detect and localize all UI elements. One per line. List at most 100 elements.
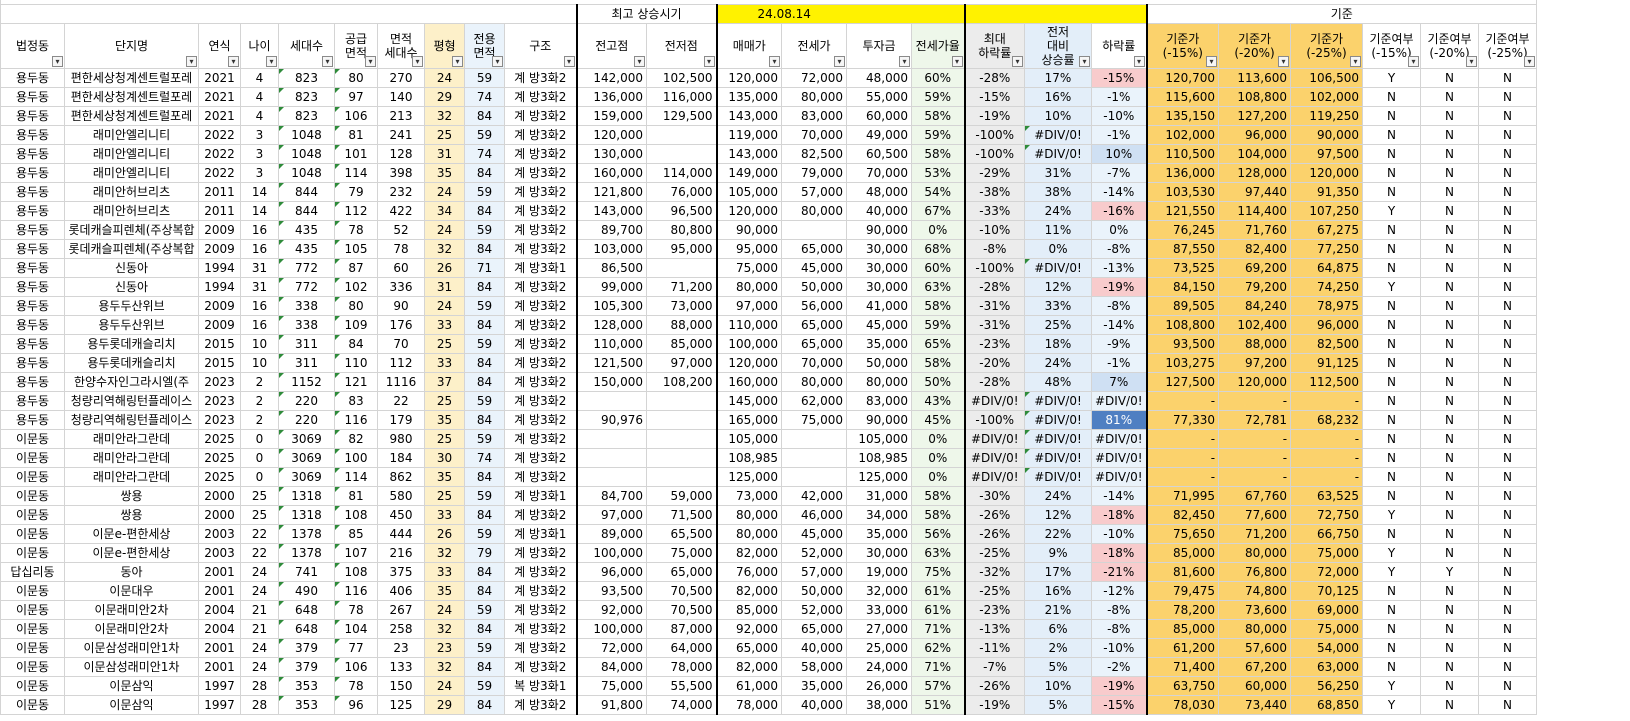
cell-drop-rate[interactable]: -8% — [1090, 296, 1148, 316]
cell-households[interactable]: 490 — [278, 581, 335, 601]
cell-prev-low[interactable] — [646, 429, 717, 449]
cell-exclusive-area[interactable]: 84 — [464, 315, 505, 335]
cell-rise-from-low[interactable]: 12% — [1024, 277, 1092, 297]
cell-exclusive-area[interactable]: 59 — [464, 68, 505, 88]
cell-age[interactable]: 2 — [240, 410, 279, 430]
cell-structure[interactable]: 계 방3화2 — [504, 144, 577, 164]
cell-complex-name[interactable]: 래미안엘리니티 — [64, 125, 199, 145]
cell-base-20[interactable]: 97,440 — [1218, 182, 1292, 202]
cell-rise-from-low[interactable]: 5% — [1024, 695, 1092, 715]
cell-flag-15[interactable]: N — [1362, 239, 1422, 259]
cell-built-year[interactable]: 2023 — [198, 372, 241, 392]
cell-investment[interactable]: 55,000 — [846, 87, 912, 107]
filter-dropdown-icon[interactable]: ▾ — [563, 56, 575, 67]
cell-max-drop[interactable]: -23% — [963, 334, 1025, 354]
cell-base-20[interactable]: 84,240 — [1218, 296, 1292, 316]
cell-structure[interactable]: 계 방3화2 — [504, 353, 577, 373]
cell-max-drop[interactable]: -100% — [963, 258, 1025, 278]
cell-base-25[interactable]: 102,000 — [1290, 87, 1364, 107]
cell-households[interactable]: 823 — [278, 87, 335, 107]
cell-flag-15[interactable]: N — [1362, 163, 1422, 183]
cell-age[interactable]: 24 — [240, 638, 279, 658]
cell-flag-20[interactable]: N — [1420, 657, 1480, 677]
cell-investment[interactable]: 32,000 — [846, 581, 912, 601]
cell-jeonse-ratio[interactable]: 57% — [911, 676, 965, 696]
cell-dong[interactable]: 이문동 — [0, 619, 65, 639]
cell-flag-25[interactable]: N — [1478, 486, 1538, 506]
cell-prev-low[interactable]: 85,000 — [646, 334, 717, 354]
cell-complex-name[interactable]: 이문e-편한세상 — [64, 524, 199, 544]
cell-max-drop[interactable]: -19% — [963, 695, 1025, 715]
cell-exclusive-area[interactable]: 84 — [464, 277, 505, 297]
cell-flag-15[interactable]: N — [1362, 144, 1422, 164]
cell-supply-area[interactable]: 100 — [334, 448, 378, 468]
cell-prev-high[interactable]: 84,000 — [575, 657, 647, 677]
cell-age[interactable]: 4 — [240, 68, 279, 88]
cell-structure[interactable]: 계 방3화2 — [504, 277, 577, 297]
cell-pyeong[interactable]: 31 — [424, 277, 465, 297]
cell-supply-area[interactable]: 108 — [334, 562, 378, 582]
cell-supply-area[interactable]: 114 — [334, 467, 378, 487]
cell-built-year[interactable]: 2022 — [198, 125, 241, 145]
cell-flag-15[interactable]: N — [1362, 87, 1422, 107]
cell-age[interactable]: 14 — [240, 201, 279, 221]
cell-dong[interactable]: 용두동 — [0, 125, 65, 145]
cell-built-year[interactable]: 2001 — [198, 638, 241, 658]
cell-max-drop[interactable]: -28% — [963, 372, 1025, 392]
cell-built-year[interactable]: 2022 — [198, 144, 241, 164]
cell-exclusive-area[interactable]: 84 — [464, 106, 505, 126]
cell-investment[interactable]: 70,000 — [846, 163, 912, 183]
filter-dropdown-icon[interactable]: ▾ — [634, 56, 645, 67]
cell-dong[interactable]: 이문동 — [0, 467, 65, 487]
cell-max-drop[interactable]: #DIV/0! — [963, 429, 1025, 449]
cell-flag-15[interactable]: N — [1362, 125, 1422, 145]
cell-jeonse-ratio[interactable]: 43% — [911, 391, 965, 411]
filter-dropdown-icon[interactable]: ▾ — [703, 56, 715, 67]
cell-flag-15[interactable]: N — [1362, 448, 1422, 468]
cell-complex-name[interactable]: 청량리역해링턴플레이스 — [64, 391, 199, 411]
cell-dong[interactable]: 용두동 — [0, 334, 65, 354]
cell-rise-from-low[interactable]: 5% — [1024, 657, 1092, 677]
cell-age[interactable]: 0 — [240, 429, 279, 449]
cell-flag-20[interactable]: N — [1420, 486, 1480, 506]
cell-built-year[interactable]: 2009 — [198, 296, 241, 316]
cell-prev-low[interactable] — [646, 391, 717, 411]
cell-dong[interactable]: 용두동 — [0, 87, 65, 107]
cell-age[interactable]: 24 — [240, 562, 279, 582]
filter-dropdown-icon[interactable]: ▾ — [412, 56, 423, 67]
cell-base-20[interactable]: 102,400 — [1218, 315, 1292, 335]
cell-households[interactable]: 379 — [278, 638, 335, 658]
cell-prev-high[interactable]: 136,000 — [575, 87, 647, 107]
cell-drop-rate[interactable]: 10% — [1090, 144, 1148, 164]
cell-age[interactable]: 24 — [240, 657, 279, 677]
cell-drop-rate[interactable]: #DIV/0! — [1090, 448, 1148, 468]
cell-base-25[interactable]: 69,000 — [1290, 600, 1364, 620]
cell-base-15[interactable]: 110,500 — [1146, 144, 1220, 164]
cell-households[interactable]: 1318 — [278, 505, 335, 525]
cell-built-year[interactable]: 2000 — [198, 486, 241, 506]
cell-jeonse-ratio[interactable]: 71% — [911, 619, 965, 639]
cell-drop-rate[interactable]: -8% — [1090, 619, 1148, 639]
cell-structure[interactable]: 계 방3화2 — [504, 562, 577, 582]
cell-dong[interactable]: 용두동 — [0, 201, 65, 221]
cell-households[interactable]: 311 — [278, 353, 335, 373]
cell-flag-25[interactable]: N — [1478, 619, 1538, 639]
cell-jeonse-ratio[interactable]: 53% — [911, 163, 965, 183]
cell-flag-20[interactable]: N — [1420, 467, 1480, 487]
cell-base-15[interactable]: 120,700 — [1146, 68, 1220, 88]
cell-max-drop[interactable]: -100% — [963, 125, 1025, 145]
cell-age[interactable]: 0 — [240, 448, 279, 468]
cell-jeonse-price[interactable]: 52,000 — [781, 600, 847, 620]
cell-base-15[interactable]: 89,505 — [1146, 296, 1220, 316]
cell-jeonse-price[interactable]: 57,000 — [781, 562, 847, 582]
cell-rise-from-low[interactable]: #DIV/0! — [1024, 429, 1092, 449]
cell-flag-15[interactable]: N — [1362, 296, 1422, 316]
cell-base-20[interactable]: 104,000 — [1218, 144, 1292, 164]
cell-flag-15[interactable]: Y — [1362, 562, 1422, 582]
cell-prev-high[interactable]: 160,000 — [575, 163, 647, 183]
cell-pyeong[interactable]: 32 — [424, 543, 465, 563]
cell-area-households[interactable]: 184 — [377, 448, 425, 468]
cell-prev-low[interactable]: 75,000 — [646, 543, 717, 563]
cell-rise-from-low[interactable]: 11% — [1024, 220, 1092, 240]
cell-pyeong[interactable]: 32 — [424, 619, 465, 639]
